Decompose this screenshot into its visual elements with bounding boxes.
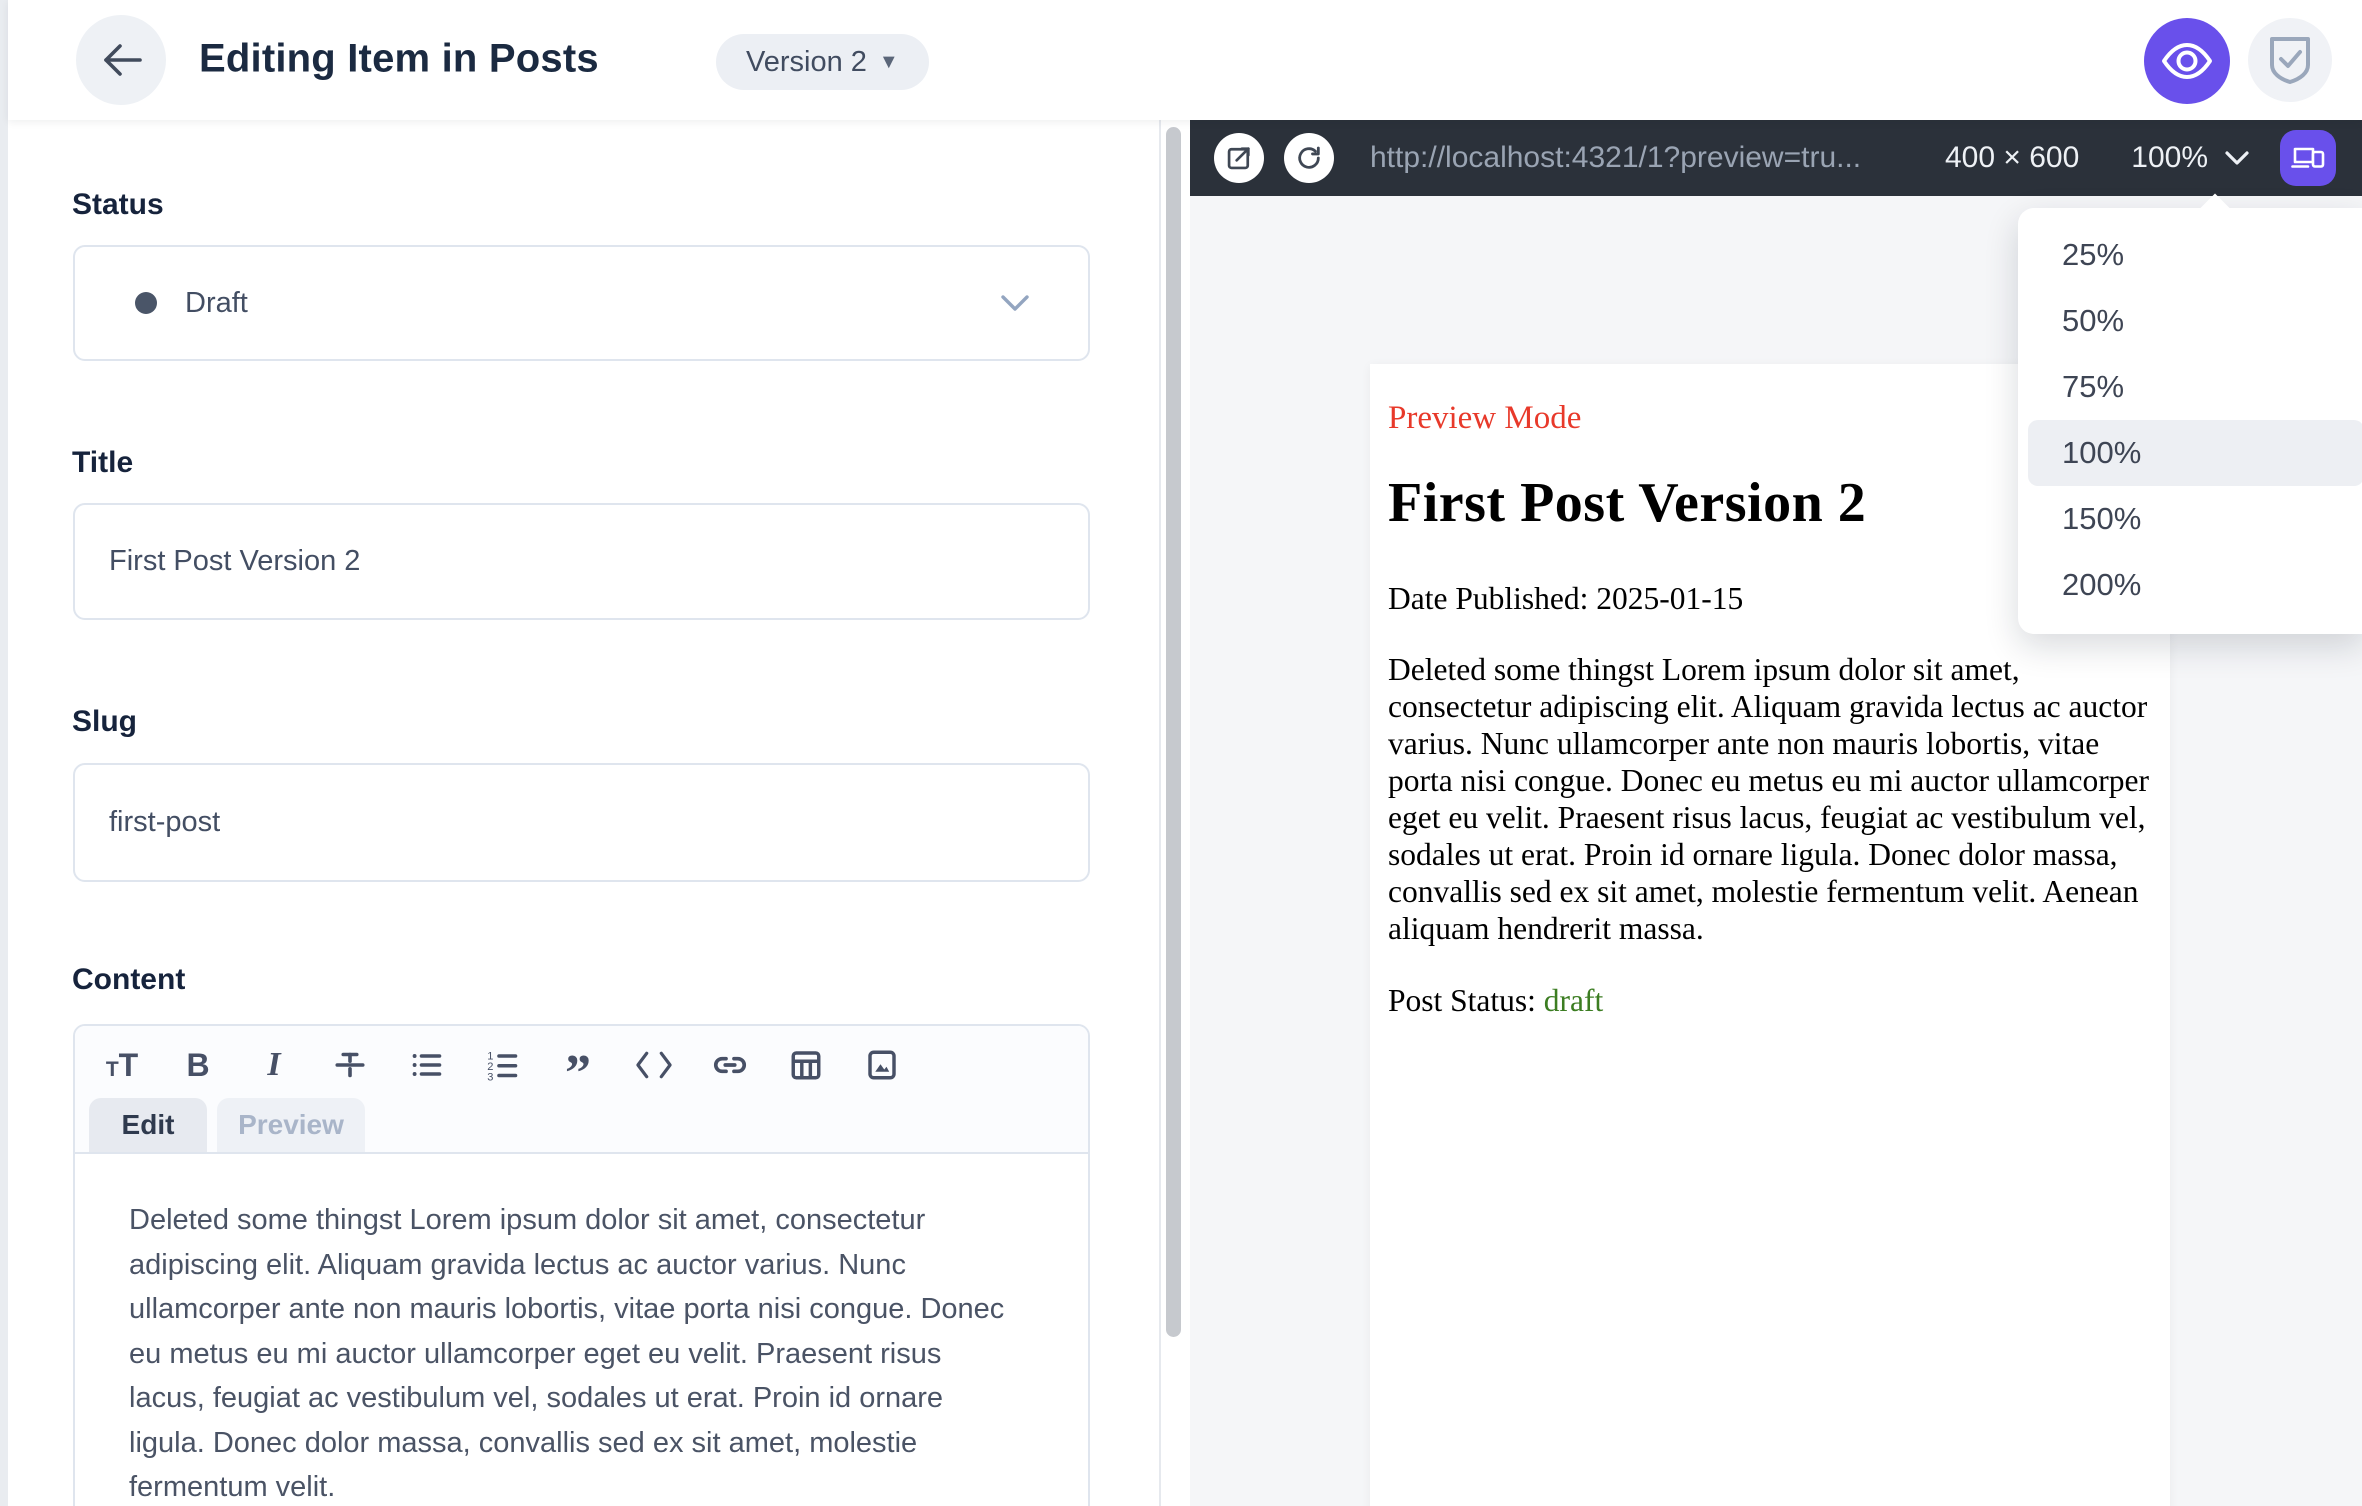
content-textarea[interactable]: Deleted some thingst Lorem ipsum dolor s… (75, 1154, 1088, 1506)
zoom-dropdown-menu: 25% 50% 75% 100% 150% 200% (2018, 193, 2362, 634)
formatting-toolbar: TT B I 1 2 3 ” (103, 1046, 901, 1100)
post-status-prefix: Post Status: (1388, 983, 1544, 1018)
device-size-button[interactable] (2280, 130, 2336, 186)
bold-icon[interactable]: B (179, 1046, 217, 1084)
viewport-dimensions: 400 × 600 (1944, 141, 2080, 174)
zoom-option-25[interactable]: 25% (2028, 222, 2362, 288)
zoom-option-150[interactable]: 150% (2028, 486, 2362, 552)
zoom-option-200[interactable]: 200% (2028, 552, 2362, 618)
slug-input[interactable]: first-post (73, 763, 1090, 882)
chevron-down-icon (1000, 294, 1030, 312)
table-icon[interactable] (787, 1046, 825, 1084)
preview-url: http://localhost:4321/1?preview=tru... (1370, 141, 1862, 174)
refresh-button[interactable] (1284, 133, 1334, 183)
link-icon[interactable] (711, 1046, 749, 1084)
version-label: Version 2 (746, 45, 867, 78)
panel-divider (1159, 120, 1161, 1506)
app-window: Editing Item in Posts Version 2 ▼ Status… (0, 0, 2362, 1506)
status-select[interactable]: Draft (73, 245, 1090, 361)
tab-edit[interactable]: Edit (89, 1098, 207, 1152)
title-value: First Post Version 2 (109, 545, 361, 577)
dropdown-notch (2199, 193, 2231, 225)
preview-post-body: Deleted some thingst Lorem ipsum dolor s… (1388, 652, 2149, 946)
refresh-icon (1295, 144, 1323, 172)
italic-icon[interactable]: I (255, 1046, 293, 1084)
zoom-level-value: 100% (2131, 141, 2208, 174)
open-external-button[interactable] (1214, 133, 1264, 183)
preview-pane: http://localhost:4321/1?preview=tru... 4… (1190, 120, 2362, 1506)
editor-toolbar: TT B I 1 2 3 ” Edit Preview (75, 1026, 1088, 1154)
zoom-option-75[interactable]: 75% (2028, 354, 2362, 420)
strikethrough-icon[interactable] (331, 1046, 369, 1084)
caret-down-icon: ▼ (878, 50, 899, 73)
post-status-value: draft (1543, 983, 1604, 1018)
external-link-icon (1225, 144, 1253, 172)
content-label: Content (72, 963, 186, 996)
back-button[interactable] (76, 15, 166, 105)
chevron-down-icon (2224, 150, 2250, 166)
preview-post-status: Post Status: draft (1388, 983, 2152, 1019)
shield-check-icon (2268, 35, 2312, 85)
preview-toolbar: http://localhost:4321/1?preview=tru... 4… (1190, 120, 2362, 196)
text-size-icon[interactable]: TT (103, 1046, 141, 1084)
status-label: Status (72, 188, 164, 221)
zoom-option-50[interactable]: 50% (2028, 288, 2362, 354)
bullet-list-icon[interactable] (407, 1046, 445, 1084)
blockquote-icon[interactable]: ” (559, 1046, 597, 1100)
window-edge (0, 0, 8, 1506)
editor-form-panel: Status Draft Title First Post Version 2 … (8, 120, 1190, 1506)
preview-toggle-button[interactable] (2144, 18, 2230, 104)
image-icon[interactable] (863, 1046, 901, 1084)
status-dot-icon (135, 292, 157, 314)
content-editor: TT B I 1 2 3 ” Edit Preview Deleted some… (73, 1024, 1090, 1506)
ordered-list-icon[interactable]: 1 2 3 (483, 1046, 521, 1084)
code-icon[interactable] (635, 1046, 673, 1084)
scrollbar[interactable] (1166, 127, 1181, 1337)
zoom-option-100[interactable]: 100% (2028, 420, 2362, 486)
title-label: Title (72, 446, 134, 479)
devices-icon (2291, 143, 2325, 173)
version-selector[interactable]: Version 2 ▼ (716, 34, 929, 90)
validate-button[interactable] (2248, 18, 2332, 102)
slug-value: first-post (109, 806, 221, 838)
title-input[interactable]: First Post Version 2 (73, 503, 1090, 620)
back-arrow-icon (100, 43, 142, 77)
app-header: Editing Item in Posts Version 2 ▼ (8, 0, 2362, 120)
status-value: Draft (185, 286, 248, 319)
page-title: Editing Item in Posts (199, 36, 599, 81)
header-actions (2144, 18, 2332, 104)
tab-preview[interactable]: Preview (217, 1098, 365, 1152)
slug-label: Slug (72, 705, 137, 738)
editor-tabs: Edit Preview (89, 1098, 365, 1152)
svg-text:3: 3 (487, 1071, 493, 1083)
zoom-level-button[interactable]: 100% (2131, 141, 2250, 175)
eye-icon (2161, 41, 2213, 81)
